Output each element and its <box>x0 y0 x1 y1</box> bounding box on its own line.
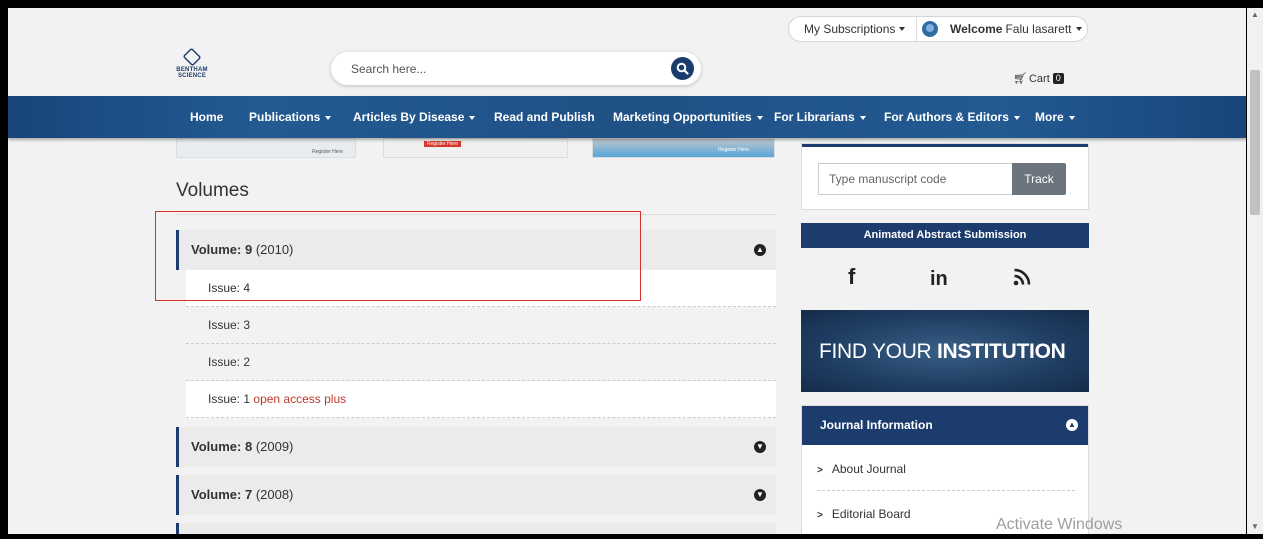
volume-label: Volume: 7 (2008) <box>191 487 294 502</box>
journal-information-panel: Journal Information ▲ > About Journal > Ed… <box>801 405 1089 534</box>
promo-banner[interactable]: Register Here <box>176 138 356 158</box>
chevron-right-icon: > <box>817 465 823 476</box>
caret-down-icon <box>859 115 866 120</box>
logo-mark-icon <box>182 47 202 67</box>
cart-count-badge: 0 <box>1052 73 1064 84</box>
nav-marketing-opportunities[interactable]: Marketing Opportunities <box>613 96 763 138</box>
nav-more[interactable]: More <box>1035 96 1075 138</box>
facebook-icon[interactable]: f <box>848 264 855 290</box>
search-bar <box>331 52 701 85</box>
rss-icon[interactable] <box>1013 266 1031 292</box>
journal-information-title: Journal Information <box>820 418 933 432</box>
chevron-down-icon: ▼ <box>754 489 766 501</box>
logo-text: BENTHAM SCIENCE <box>176 67 208 79</box>
manuscript-tracker: Track <box>801 143 1089 210</box>
about-journal-link[interactable]: > About Journal <box>817 447 1075 491</box>
user-menu-dropdown[interactable]: Welcome Falu lasarett <box>938 22 1082 36</box>
caret-down-icon <box>899 27 906 31</box>
nav-publications[interactable]: Publications <box>249 96 332 138</box>
welcome-label: Welcome <box>950 22 1003 36</box>
caret-down-icon <box>1068 115 1075 120</box>
cart-label: Cart <box>1028 72 1050 85</box>
animated-abstract-submission-button[interactable]: Animated Abstract Submission <box>801 223 1089 248</box>
volume-7-header[interactable]: Volume: 7 (2008) ▼ <box>176 475 776 515</box>
bentham-science-logo[interactable]: BENTHAM SCIENCE <box>172 47 212 88</box>
issue-3-link[interactable]: Issue: 3 <box>186 307 776 344</box>
chevron-right-icon: > <box>817 510 823 521</box>
tracker-header-bar <box>802 144 1088 147</box>
caret-down-icon <box>1013 115 1020 120</box>
vertical-scrollbar[interactable]: ▲ ▼ <box>1247 8 1263 534</box>
issue-1-link[interactable]: Issue: 1 open access plus <box>186 381 776 418</box>
nav-home[interactable]: Home <box>190 96 223 138</box>
journal-information-header[interactable]: Journal Information ▲ <box>802 406 1088 445</box>
cart-icon: 🛒︎ <box>1013 73 1027 85</box>
browser-viewport: My Subscriptions Welcome Falu lasarett B… <box>8 8 1246 534</box>
annotation-highlight-box <box>155 211 641 301</box>
find-your-institution-banner[interactable]: FIND YOUR INSTITUTION <box>801 310 1089 392</box>
chevron-up-icon: ▲ <box>754 244 766 256</box>
caret-down-icon <box>325 115 332 120</box>
cart-link[interactable]: 🛒︎ Cart 0 <box>1013 72 1064 85</box>
scroll-up-arrow-icon[interactable]: ▲ <box>1247 10 1263 20</box>
nav-articles-by-disease[interactable]: Articles By Disease <box>353 96 476 138</box>
my-subscriptions-label: My Subscriptions <box>804 22 896 36</box>
volume-6-header[interactable] <box>176 523 776 534</box>
manuscript-code-input[interactable] <box>818 163 1014 195</box>
caret-down-icon <box>1075 27 1082 31</box>
volumes-heading: Volumes <box>176 180 249 201</box>
nav-for-librarians[interactable]: For Librarians <box>774 96 866 138</box>
user-name: Falu lasarett <box>1005 22 1072 36</box>
promo-banner[interactable]: Register Here <box>592 138 775 158</box>
nav-read-and-publish[interactable]: Read and Publish <box>494 96 595 138</box>
caret-down-icon <box>756 115 763 120</box>
search-button[interactable] <box>671 57 694 80</box>
promo-banner[interactable]: Register Here <box>383 138 568 158</box>
user-avatar-icon <box>922 21 938 37</box>
user-bar: My Subscriptions Welcome Falu lasarett <box>788 16 1088 42</box>
chevron-down-icon: ▼ <box>754 441 766 453</box>
scroll-down-arrow-icon[interactable]: ▼ <box>1247 522 1263 532</box>
main-nav: Home Publications Articles By Disease Re… <box>8 96 1246 138</box>
nav-for-authors-editors[interactable]: For Authors & Editors <box>884 96 1020 138</box>
open-access-badge: open access plus <box>253 392 347 406</box>
promo-banners: Register Here Register Here Register Her… <box>171 138 791 158</box>
institution-banner-text: FIND YOUR INSTITUTION <box>819 340 1066 363</box>
scrollbar-thumb[interactable] <box>1250 70 1260 215</box>
search-icon <box>676 62 689 75</box>
chevron-up-icon: ▲ <box>1066 419 1078 431</box>
caret-down-icon <box>469 115 476 120</box>
volume-8-header[interactable]: Volume: 8 (2009) ▼ <box>176 427 776 467</box>
search-input[interactable] <box>351 52 651 85</box>
track-button[interactable]: Track <box>1012 163 1066 195</box>
activate-windows-watermark: Activate Windows <box>996 516 1123 533</box>
linkedin-icon[interactable]: in <box>930 268 948 291</box>
issue-2-link[interactable]: Issue: 2 <box>186 344 776 381</box>
volume-label: Volume: 8 (2009) <box>191 439 294 454</box>
my-subscriptions-dropdown[interactable]: My Subscriptions <box>789 17 917 41</box>
